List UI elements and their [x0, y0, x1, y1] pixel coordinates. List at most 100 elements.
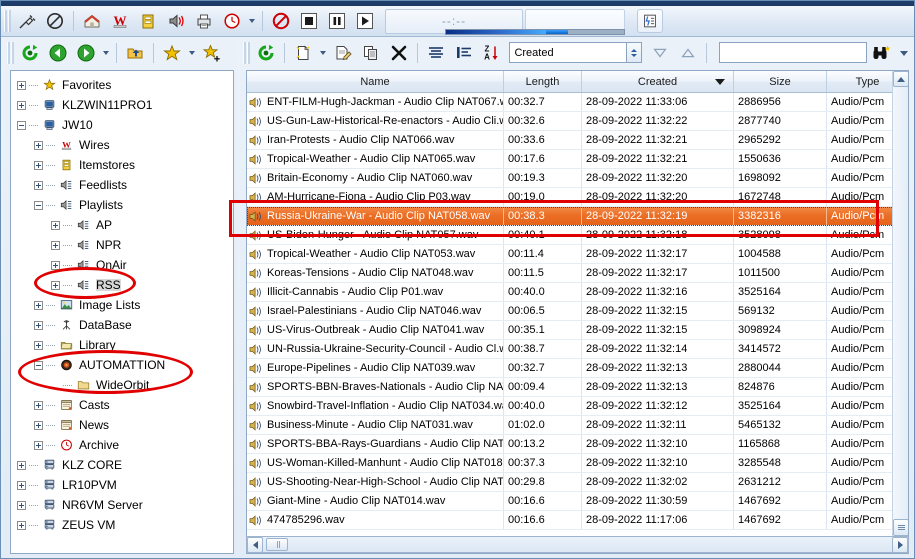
scroll-thumb[interactable] — [893, 519, 908, 536]
hscroll-thumb[interactable] — [266, 538, 288, 551]
sort-az-icon[interactable]: Z A — [479, 41, 505, 65]
tree-node-playlists[interactable]: Playlists — [11, 195, 233, 215]
tree-node-itemstores[interactable]: Itemstores — [11, 155, 233, 175]
table-row[interactable]: Israel-Palestinians - Audio Clip NAT046.… — [247, 302, 908, 321]
toolbar-grip[interactable] — [4, 10, 11, 32]
back-icon[interactable] — [45, 41, 71, 65]
grid-vertical-scrollbar[interactable] — [892, 71, 908, 553]
table-row[interactable]: Snowbird-Travel-Inflation - Audio Clip N… — [247, 397, 908, 416]
connect-plug-icon[interactable] — [14, 9, 40, 33]
edit-item-icon[interactable] — [330, 41, 356, 65]
table-row[interactable]: US-Gun-Law-Historical-Re-enactors - Audi… — [247, 112, 908, 131]
itemstore-icon[interactable] — [135, 9, 161, 33]
playback-progress-bar[interactable] — [445, 29, 625, 35]
expand-icon[interactable] — [34, 440, 43, 450]
table-row[interactable]: US-Biden-Hunger - Audio Clip NAT057.wav 0… — [247, 226, 908, 245]
table-row[interactable]: AM-Hurricane-Fiona - Audio Clip P03.wav 0… — [247, 188, 908, 207]
delete-x-icon[interactable] — [386, 41, 412, 65]
expand-icon[interactable] — [51, 220, 60, 230]
refresh-icon[interactable] — [253, 41, 279, 65]
toolbar-grip[interactable] — [7, 41, 14, 64]
collapse-icon[interactable] — [17, 120, 26, 130]
table-row[interactable]: SPORTS-BBN-Braves-Nationals - Audio Clip… — [247, 378, 908, 397]
sort-field-select[interactable]: Created — [509, 42, 628, 63]
tree-node-library[interactable]: Library — [11, 335, 233, 355]
tree-node-rss[interactable]: RSS — [11, 275, 233, 295]
tree-node-wires[interactable]: W Wires — [11, 135, 233, 155]
expand-icon[interactable] — [51, 280, 60, 290]
expand-icon[interactable] — [51, 260, 60, 270]
tree-node-ap[interactable]: AP — [11, 215, 233, 235]
up-folder-icon[interactable] — [122, 41, 148, 65]
table-row[interactable]: Tropical-Weather - Audio Clip NAT053.wav… — [247, 245, 908, 264]
properties-icon[interactable] — [637, 9, 663, 33]
disconnect-icon[interactable] — [42, 9, 68, 33]
column-header-created[interactable]: Created — [582, 71, 734, 92]
collapse-icon[interactable] — [34, 360, 43, 370]
expand-icon[interactable] — [34, 160, 43, 170]
table-row[interactable]: Illicit-Cannabis - Audio Clip P01.wav 00:… — [247, 283, 908, 302]
expand-icon[interactable] — [17, 460, 26, 470]
toolbar-grip[interactable] — [243, 41, 250, 64]
progress-thumb[interactable] — [545, 30, 568, 34]
find-binoculars-icon[interactable] — [868, 41, 894, 65]
tree-node-nr6vm-server[interactable]: NR6VM Server — [11, 495, 233, 515]
favorites-dropdown-icon[interactable] — [186, 41, 198, 65]
tree-node-archive[interactable]: Archive — [11, 435, 233, 455]
scroll-up-button[interactable] — [893, 71, 908, 87]
list-view-icon[interactable] — [423, 41, 449, 65]
navigation-tree[interactable]: Favorites KLZWIN11PRO1 JW10 W Wires Itemstore… — [10, 70, 234, 554]
tree-node-news[interactable]: News — [11, 415, 233, 435]
collapse-icon[interactable] — [34, 200, 43, 210]
refresh-icon[interactable] — [17, 41, 43, 65]
column-header-size[interactable]: Size — [734, 71, 827, 92]
table-row[interactable]: Koreas-Tensions - Audio Clip NAT048.wav 0… — [247, 264, 908, 283]
tree-node-wideorbit[interactable]: WideOrbit — [11, 375, 233, 395]
favorites-star-icon[interactable] — [159, 41, 185, 65]
column-header-name[interactable]: Name — [247, 71, 504, 92]
tree-node-klzwin11pro1[interactable]: KLZWIN11PRO1 — [11, 95, 233, 115]
table-row[interactable]: 474785296.wav 00:16.6 28-09-2022 11:17:06 1… — [247, 511, 908, 530]
search-options-dropdown-icon[interactable] — [896, 41, 912, 65]
table-row[interactable]: Britain-Economy - Audio Clip NAT060.wav 0… — [247, 169, 908, 188]
expand-icon[interactable] — [34, 140, 43, 150]
detail-view-icon[interactable] — [451, 41, 477, 65]
clock-dropdown-icon[interactable] — [246, 9, 258, 33]
wire-w-icon[interactable]: W — [107, 9, 133, 33]
expand-icon[interactable] — [17, 80, 26, 90]
table-row[interactable]: ENT-FILM-Hugh-Jackman - Audio Clip NAT06… — [247, 93, 908, 112]
table-row[interactable]: US-Shooting-Near-High-School - Audio Cli… — [247, 473, 908, 492]
forward-icon[interactable] — [73, 41, 99, 65]
scroll-left-button[interactable] — [247, 536, 263, 553]
table-row[interactable]: Tropical-Weather - Audio Clip NAT065.wav… — [247, 150, 908, 169]
tree-node-onair[interactable]: OnAir — [11, 255, 233, 275]
pause-icon[interactable] — [324, 9, 350, 33]
search-input[interactable] — [719, 42, 868, 63]
table-row[interactable]: Giant-Mine - Audio Clip NAT014.wav 00:16.… — [247, 492, 908, 511]
expand-icon[interactable] — [34, 340, 43, 350]
expand-icon[interactable] — [17, 100, 26, 110]
tree-node-image-lists[interactable]: Image Lists — [11, 295, 233, 315]
grid-body[interactable]: ENT-FILM-Hugh-Jackman - Audio Clip NAT06… — [247, 93, 908, 530]
filter-ascending-icon[interactable] — [675, 41, 701, 65]
expand-icon[interactable] — [34, 420, 43, 430]
clock-icon[interactable] — [219, 9, 245, 33]
tree-node-jw10[interactable]: JW10 — [11, 115, 233, 135]
tree-node-database[interactable]: DataBase — [11, 315, 233, 335]
item-grid[interactable]: Name Length Created Size Type ENT-FILM-Hugh-… — [246, 70, 909, 554]
table-row[interactable]: US-Virus-Outbreak - Audio Clip NAT041.wa… — [247, 321, 908, 340]
home-icon[interactable] — [79, 9, 105, 33]
expand-icon[interactable] — [17, 520, 26, 530]
table-row[interactable]: Business-Minute - Audio Clip NAT031.wav 0… — [247, 416, 908, 435]
expand-icon[interactable] — [51, 240, 60, 250]
table-row[interactable]: SPORTS-BBA-Rays-Guardians - Audio Clip N… — [247, 435, 908, 454]
expand-icon[interactable] — [17, 480, 26, 490]
tree-node-automattion[interactable]: AUTOMATTION — [11, 355, 233, 375]
copy-icon[interactable] — [358, 41, 384, 65]
table-row[interactable]: Europe-Pipelines - Audio Clip NAT039.wav… — [247, 359, 908, 378]
history-dropdown-icon[interactable] — [100, 41, 112, 65]
tree-node-npr[interactable]: NPR — [11, 235, 233, 255]
tree-node-lr10pvm[interactable]: LR10PVM — [11, 475, 233, 495]
grid-horizontal-scrollbar[interactable] — [246, 536, 909, 553]
tree-node-feedlists[interactable]: Feedlists — [11, 175, 233, 195]
